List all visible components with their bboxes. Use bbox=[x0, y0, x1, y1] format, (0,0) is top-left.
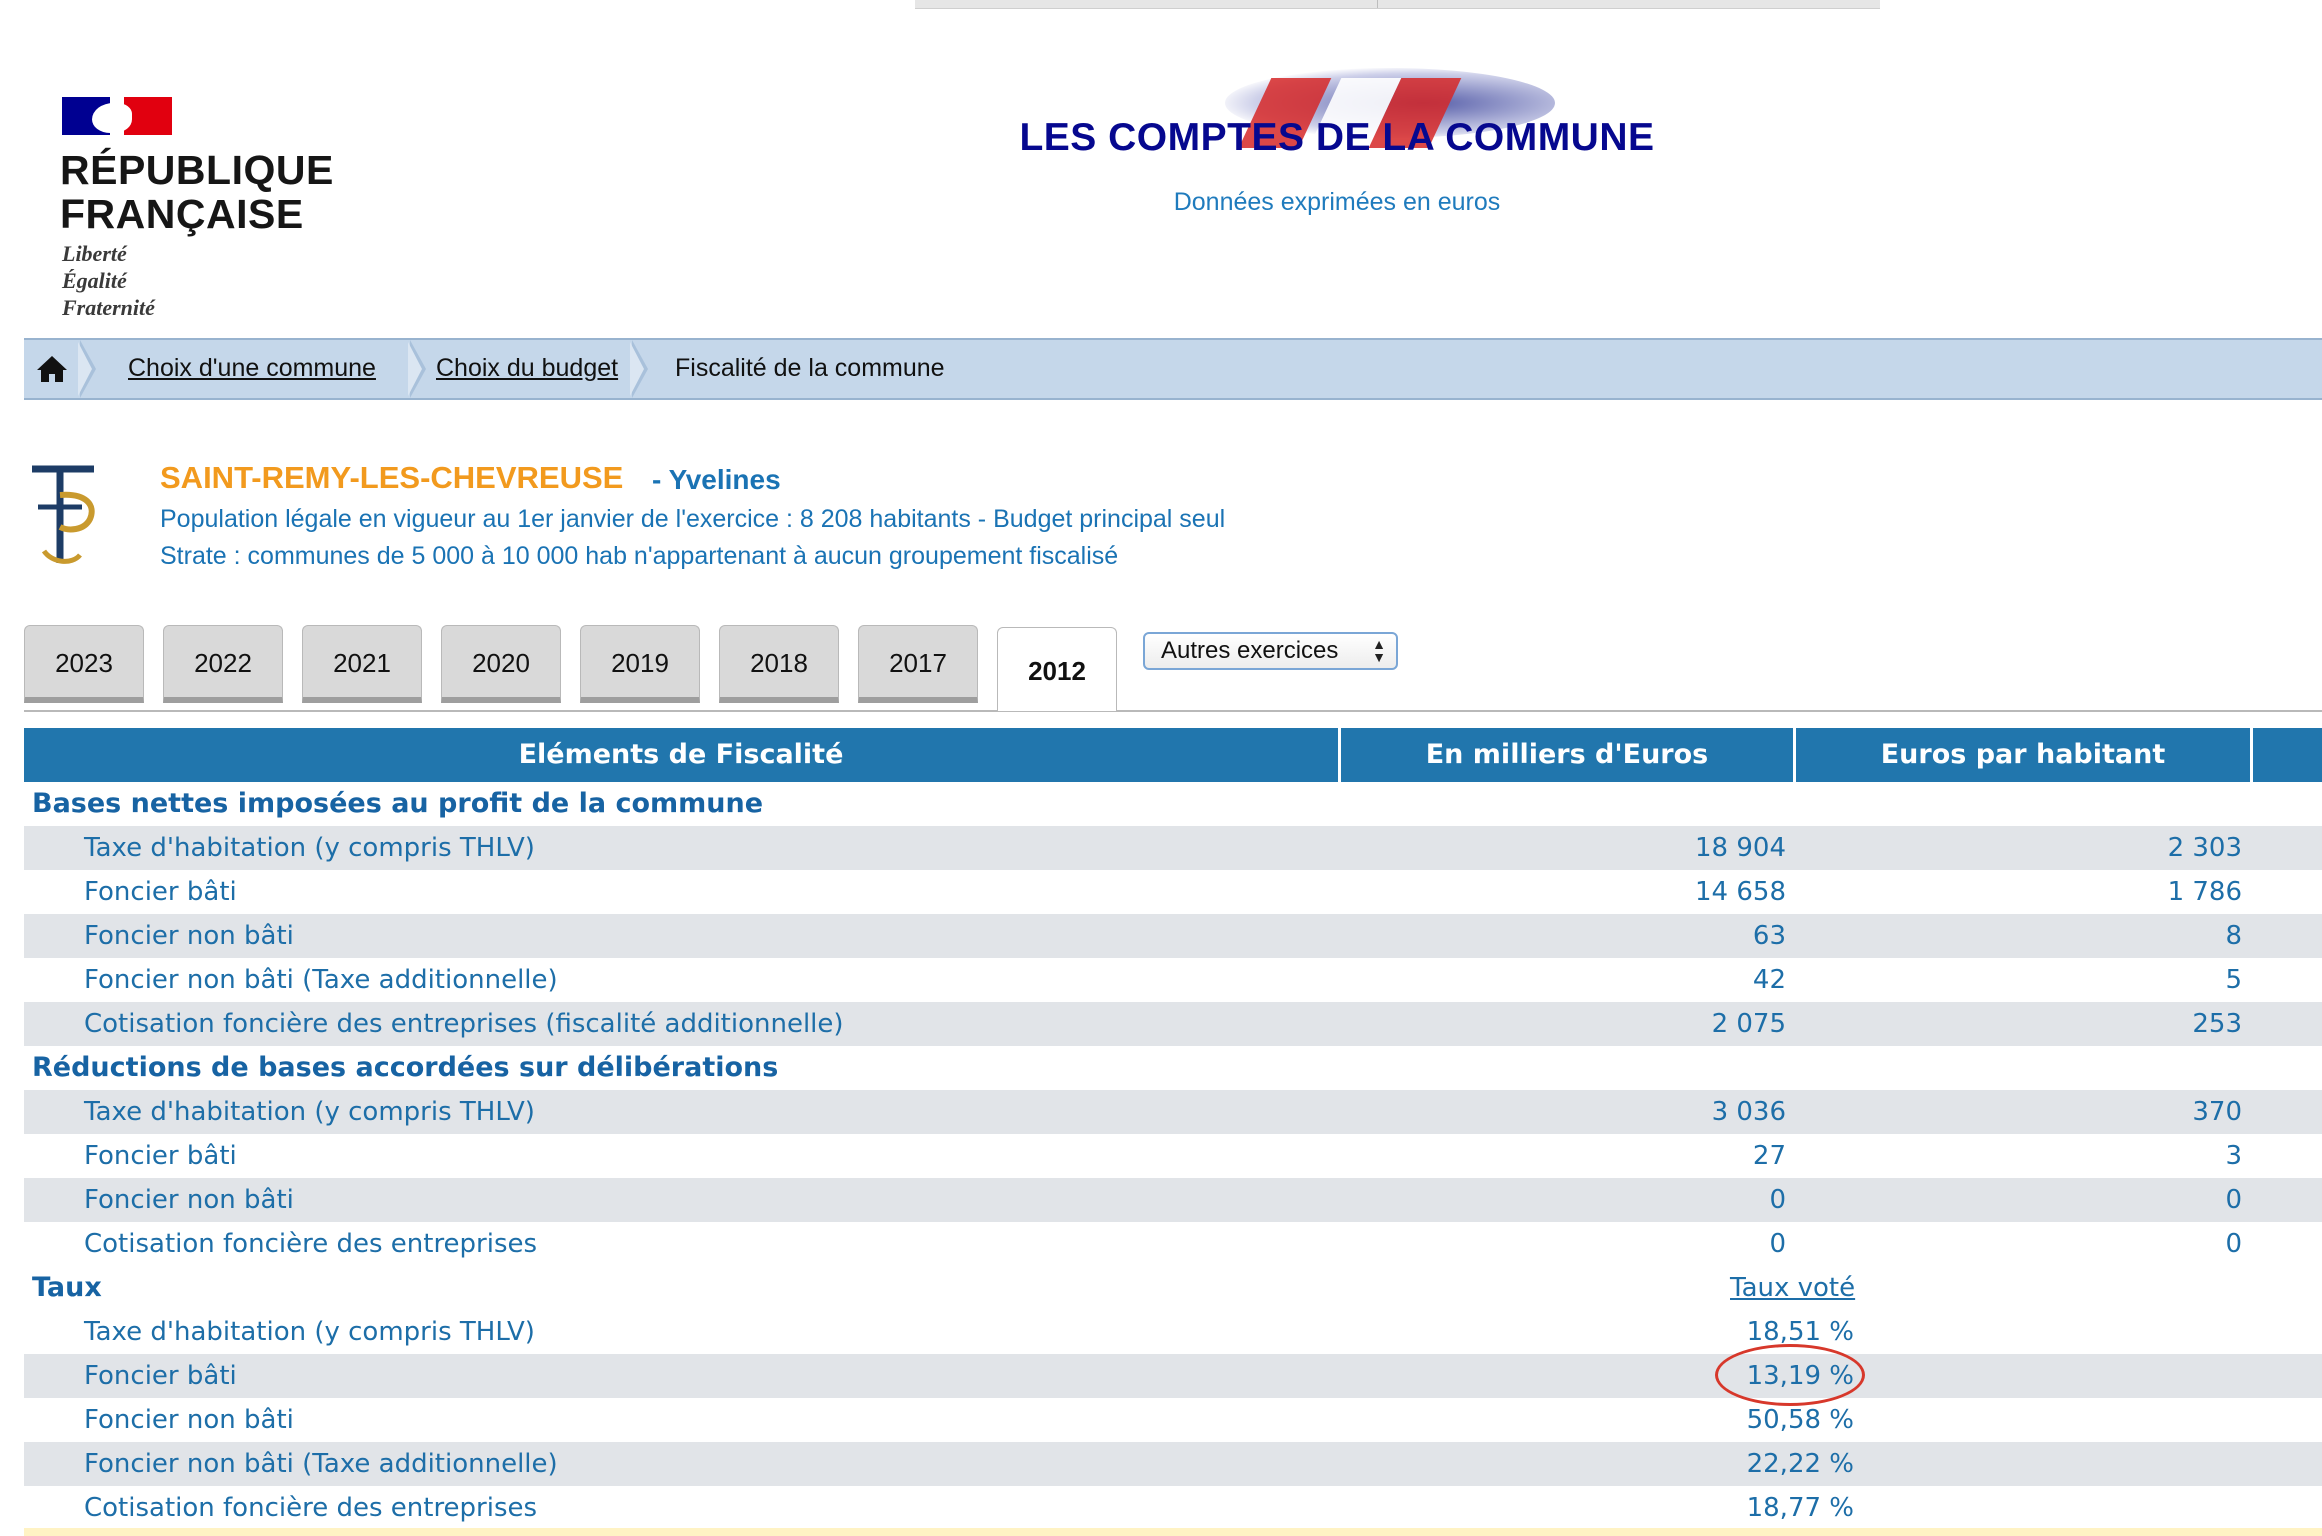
breadcrumb: Choix d'une commune Choix du budget Fisc… bbox=[24, 338, 2322, 400]
fiscalite-table: Eléments de Fiscalité En milliers d'Euro… bbox=[24, 728, 2322, 1530]
table-row: Foncier bâti 14 658 1 786 bbox=[24, 870, 2322, 914]
row-label: Cotisation foncière des entreprises bbox=[84, 1229, 538, 1259]
row-value-habitant: 2 303 bbox=[2167, 833, 2242, 863]
commune-name: SAINT-REMY-LES-CHEVREUSE bbox=[160, 460, 624, 495]
row-label: Foncier non bâti bbox=[84, 1405, 294, 1435]
row-value-milliers: 0 bbox=[1769, 1185, 1786, 1215]
row-rate: 22,22 % bbox=[1746, 1449, 1854, 1479]
table-row: Foncier bâti 27 3 bbox=[24, 1134, 2322, 1178]
header-elements: Eléments de Fiscalité bbox=[518, 739, 844, 770]
table-row: Taxe d'habitation (y compris THLV) 3 036… bbox=[24, 1090, 2322, 1134]
row-label: Foncier bâti bbox=[84, 877, 237, 907]
browser-top-strip bbox=[915, 0, 1880, 9]
page-title: LES COMPTES DE LA COMMUNE bbox=[1019, 116, 1655, 159]
row-value-habitant: 0 bbox=[2225, 1229, 2242, 1259]
republic-motto: Liberté Égalité Fraternité bbox=[62, 241, 155, 320]
tab-2021[interactable]: 2021 bbox=[302, 625, 422, 703]
row-value-habitant: 0 bbox=[2225, 1185, 2242, 1215]
tab-2019[interactable]: 2019 bbox=[580, 625, 700, 703]
table-row: Cotisation foncière des entreprises 18,7… bbox=[24, 1486, 2322, 1530]
tabs-baseline bbox=[24, 710, 2322, 712]
tab-2012[interactable]: 2012 bbox=[997, 627, 1117, 711]
row-value-habitant: 5 bbox=[2225, 965, 2242, 995]
table-row: Cotisation foncière des entreprises 0 0 bbox=[24, 1222, 2322, 1266]
row-label: Taxe d'habitation (y compris THLV) bbox=[84, 1097, 535, 1127]
tab-2022[interactable]: 2022 bbox=[163, 625, 283, 703]
table-row: Taxe d'habitation (y compris THLV) 18,51… bbox=[24, 1310, 2322, 1354]
table-row: Taxe d'habitation (y compris THLV) 18 90… bbox=[24, 826, 2322, 870]
row-value-habitant: 3 bbox=[2225, 1141, 2242, 1171]
tab-2018[interactable]: 2018 bbox=[719, 625, 839, 703]
tab-2020[interactable]: 2020 bbox=[441, 625, 561, 703]
section-taux: Taux Taux voté bbox=[24, 1266, 2322, 1310]
row-value-habitant: 370 bbox=[2192, 1097, 2242, 1127]
select-value: Autres exercices bbox=[1161, 637, 1339, 664]
row-value-milliers: 27 bbox=[1752, 1141, 1786, 1171]
row-rate: 18,77 % bbox=[1746, 1493, 1854, 1523]
bottom-strip bbox=[24, 1528, 2322, 1536]
section-title: Réductions de bases accordées sur délibé… bbox=[32, 1052, 779, 1083]
row-label: Foncier non bâti bbox=[84, 1185, 294, 1215]
home-icon[interactable] bbox=[24, 340, 80, 398]
tab-2017[interactable]: 2017 bbox=[858, 625, 978, 703]
select-arrows-icon: ▲ ▼ bbox=[1372, 636, 1386, 665]
section-title: Taux bbox=[32, 1272, 102, 1303]
table-row: Foncier non bâti 0 0 bbox=[24, 1178, 2322, 1222]
row-value-milliers: 42 bbox=[1752, 965, 1786, 995]
row-value-milliers: 2 075 bbox=[1711, 1009, 1786, 1039]
row-value-milliers: 18 904 bbox=[1695, 833, 1786, 863]
row-label: Cotisation foncière des entreprises (fis… bbox=[84, 1009, 844, 1039]
header-milliers: En milliers d'Euros bbox=[1425, 739, 1709, 770]
section-title: Bases nettes imposées au profit de la co… bbox=[32, 788, 764, 819]
row-label: Foncier bâti bbox=[84, 1361, 237, 1391]
row-label: Foncier non bâti bbox=[84, 921, 294, 951]
commune-strate: Strate : communes de 5 000 à 10 000 hab … bbox=[160, 542, 1119, 570]
breadcrumb-choix-budget-link[interactable]: Choix du budget bbox=[436, 354, 618, 383]
table-row: Foncier non bâti (Taxe additionnelle) 42… bbox=[24, 958, 2322, 1002]
commune-population: Population légale en vigueur au 1er janv… bbox=[160, 505, 1226, 533]
row-value-milliers: 14 658 bbox=[1695, 877, 1786, 907]
section-reductions: Réductions de bases accordées sur délibé… bbox=[24, 1046, 2322, 1090]
row-value-milliers: 3 036 bbox=[1711, 1097, 1786, 1127]
row-label: Foncier non bâti (Taxe additionnelle) bbox=[84, 1449, 558, 1479]
republique-francaise-name: RÉPUBLIQUE FRANÇAISE bbox=[60, 147, 334, 237]
autres-exercices-select[interactable]: Autres exercices ▲ ▼ bbox=[1143, 632, 1398, 670]
table-row: Foncier non bâti (Taxe additionnelle) 22… bbox=[24, 1442, 2322, 1486]
row-label: Foncier bâti bbox=[84, 1141, 237, 1171]
highlight-circle-annotation bbox=[1715, 1344, 1865, 1406]
row-label: Foncier non bâti (Taxe additionnelle) bbox=[84, 965, 558, 995]
section-bases-nettes: Bases nettes imposées au profit de la co… bbox=[24, 782, 2322, 826]
table-header: Eléments de Fiscalité En milliers d'Euro… bbox=[24, 728, 2322, 782]
table-row: Foncier non bâti 50,58 % bbox=[24, 1398, 2322, 1442]
row-value-habitant: 8 bbox=[2225, 921, 2242, 951]
marianne-logo bbox=[62, 97, 172, 135]
table-row: Foncier non bâti 63 8 bbox=[24, 914, 2322, 958]
row-label: Taxe d'habitation (y compris THLV) bbox=[84, 1317, 535, 1347]
table-row: Foncier bâti 13,19 % bbox=[24, 1354, 2322, 1398]
table-row: Cotisation foncière des entreprises (fis… bbox=[24, 1002, 2322, 1046]
breadcrumb-choix-commune-link[interactable]: Choix d'une commune bbox=[128, 354, 376, 383]
header-par-habitant: Euros par habitant bbox=[1880, 739, 2166, 770]
row-value-milliers: 63 bbox=[1752, 921, 1786, 951]
row-value-milliers: 0 bbox=[1769, 1229, 1786, 1259]
commune-department: - Yvelines bbox=[652, 464, 781, 495]
taux-vote-link[interactable]: Taux voté bbox=[1730, 1266, 1855, 1310]
finances-publiques-logo bbox=[24, 455, 104, 573]
tab-2023[interactable]: 2023 bbox=[24, 625, 144, 703]
row-label: Taxe d'habitation (y compris THLV) bbox=[84, 833, 535, 863]
breadcrumb-current: Fiscalité de la commune bbox=[675, 354, 945, 382]
row-value-habitant: 1 786 bbox=[2167, 877, 2242, 907]
row-value-habitant: 253 bbox=[2192, 1009, 2242, 1039]
row-label: Cotisation foncière des entreprises bbox=[84, 1493, 538, 1523]
page-subtitle: Données exprimées en euros bbox=[1173, 188, 1501, 216]
